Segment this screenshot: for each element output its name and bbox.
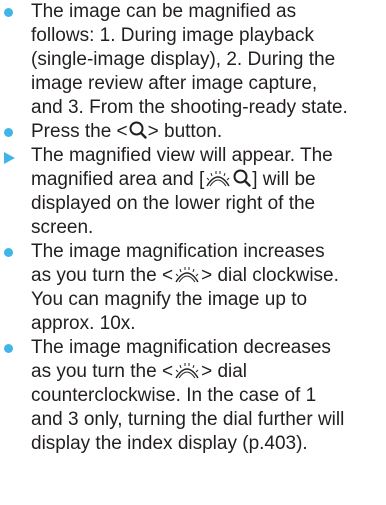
text-line: (single-image display), 2. During the: [31, 49, 336, 70]
text-fragment: as you turn the <: [31, 361, 174, 382]
text-fragment: magnified area and [: [31, 169, 205, 190]
text-line: as you turn the < > dial clockwise.: [31, 264, 339, 291]
magnifying-glass-icon: [128, 120, 148, 147]
bullet-dot-icon: [4, 8, 13, 17]
text-line: screen.: [31, 217, 94, 238]
text-line: and 3. From the shooting-ready state.: [31, 97, 348, 118]
bullet-triangle-icon: [4, 152, 15, 164]
text-line: displayed on the lower right of the: [31, 193, 316, 214]
text-line: follows: 1. During image playback: [31, 25, 315, 46]
bullet-dot-icon: [4, 344, 13, 353]
text-fragment: ] will be: [252, 169, 316, 190]
text-line: as you turn the < > dial: [31, 360, 247, 387]
text-line: magnified area and [ ] will be: [31, 168, 316, 195]
text-line: You can magnify the image up to: [31, 289, 308, 310]
text-line: Press the < > button.: [31, 120, 222, 147]
text-line: display the index display (p.403).: [31, 433, 308, 454]
manual-page: The image can be magnified as follows: 1…: [0, 0, 386, 505]
text-line: approx. 10x.: [31, 313, 136, 334]
bullet-dot-icon: [4, 128, 13, 137]
text-fragment: > dial clockwise.: [201, 265, 339, 286]
bullet-dot-icon: [4, 248, 13, 257]
text-line: The magnified view will appear. The: [31, 145, 333, 166]
text-line: and 3 only, turning the dial further wil…: [31, 409, 345, 430]
text-line: image review after image capture,: [31, 73, 318, 94]
text-line: The image magnification increases: [31, 241, 325, 262]
text-fragment: > button.: [147, 121, 223, 142]
text-fragment: as you turn the <: [31, 265, 174, 286]
text-line: counterclockwise. In the case of 1: [31, 385, 317, 406]
text-line: The image magnification decreases: [31, 337, 331, 358]
text-fragment: Press the <: [31, 121, 128, 142]
text-fragment: > dial: [201, 361, 248, 382]
text-line: The image can be magnified as: [31, 1, 297, 22]
magnifying-glass-icon: [232, 168, 252, 195]
